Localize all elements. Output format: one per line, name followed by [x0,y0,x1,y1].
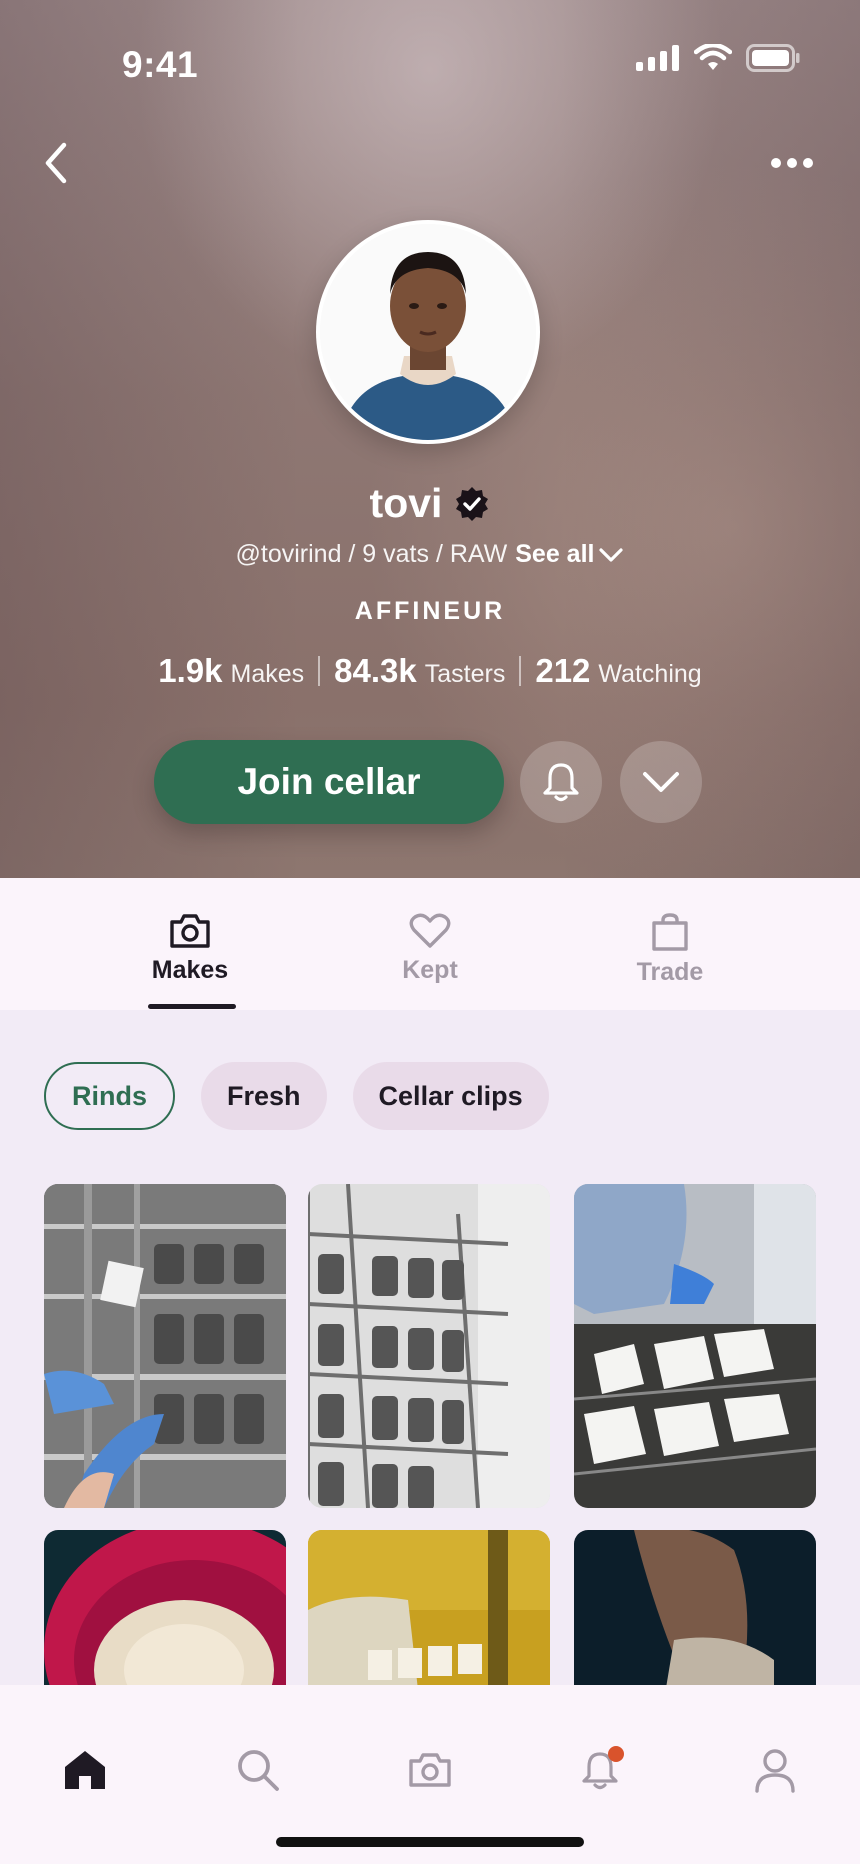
bag-icon [652,913,688,951]
status-icons [636,44,800,72]
options-dropdown-button[interactable] [620,741,702,823]
camera-icon [170,914,210,948]
filter-chips: Rinds Fresh Cellar clips [44,1062,549,1130]
stat-tasters-value: 84.3k [334,652,417,689]
tab-makes[interactable]: Makes [110,912,270,985]
nav-search[interactable] [223,1735,293,1805]
handle-row: @tovirind / 9 vats / RAW See all [0,540,860,569]
notify-button[interactable] [520,741,602,823]
nav-profile[interactable] [740,1735,810,1805]
avatar-photo [320,224,536,440]
avatar[interactable] [316,220,540,444]
stat-divider [318,656,321,686]
profile-name-row: tovi [0,480,860,527]
tab-trade[interactable]: Trade [590,912,750,987]
profile-icon [755,1749,795,1793]
home-icon [65,1751,105,1789]
join-cellar-button[interactable]: Join cellar [154,740,504,824]
grid-item[interactable] [308,1184,550,1508]
chevron-down-icon [643,772,679,792]
signal-icon [636,45,679,71]
tab-kept[interactable]: Kept [350,912,510,985]
camera-icon [409,1753,451,1787]
grid-item[interactable] [308,1530,550,1685]
chip-fresh[interactable]: Fresh [201,1062,327,1130]
tab-trade-label: Trade [636,958,704,986]
grid-item[interactable] [574,1530,816,1685]
tab-kept-label: Kept [402,956,458,984]
search-icon [238,1750,279,1791]
wifi-icon [694,44,732,70]
more-button[interactable] [764,148,820,178]
chip-cellar-clips[interactable]: Cellar clips [352,1062,549,1130]
grid-item[interactable] [44,1530,286,1685]
chip-rinds[interactable]: Rinds [44,1062,176,1130]
active-tab-indicator [148,1004,236,1009]
notification-badge [608,1746,624,1762]
stat-tasters-label: Tasters [424,660,506,688]
makes-content: Rinds Fresh Cellar clips [0,1010,860,1685]
profile-role: AFFINEUR [354,597,506,625]
home-indicator[interactable] [276,1837,584,1847]
profile-name: tovi [369,480,443,526]
stat-watching-label: Watching [598,660,702,688]
heart-icon [409,913,451,948]
tab-makes-label: Makes [151,956,229,984]
chevron-left-icon [45,142,67,184]
nav-home[interactable] [50,1735,120,1805]
grid-item[interactable] [574,1184,816,1508]
see-all-label: See all [515,540,595,568]
nav-camera[interactable] [395,1735,465,1805]
verified-badge-icon [456,486,489,521]
stat-watching-value: 212 [535,652,591,689]
stat-divider [519,656,522,686]
profile-stats: 1.9k Makes 84.3k Tasters 212 Watching [0,652,860,690]
profile-tabs: Makes Kept Trade [0,878,860,1010]
grid-item[interactable] [44,1184,286,1508]
bell-icon [582,1746,624,1790]
profile-header: 9:41 tovi @tovirind / 9 vats / RAW See a… [0,0,860,878]
back-button[interactable] [36,138,76,188]
status-time: 9:41 [122,44,199,85]
stat-makes-value: 1.9k [158,652,223,689]
see-all-link[interactable]: See all [515,540,624,569]
battery-icon [746,44,800,72]
stat-makes-label: Makes [230,660,305,688]
bottom-nav [0,1685,860,1864]
bell-icon [543,763,579,802]
nav-notifications[interactable] [567,1735,637,1805]
profile-handle: @tovirind / 9 vats / RAW [235,540,508,568]
chevron-down-icon [599,547,624,562]
more-icon [771,158,813,168]
